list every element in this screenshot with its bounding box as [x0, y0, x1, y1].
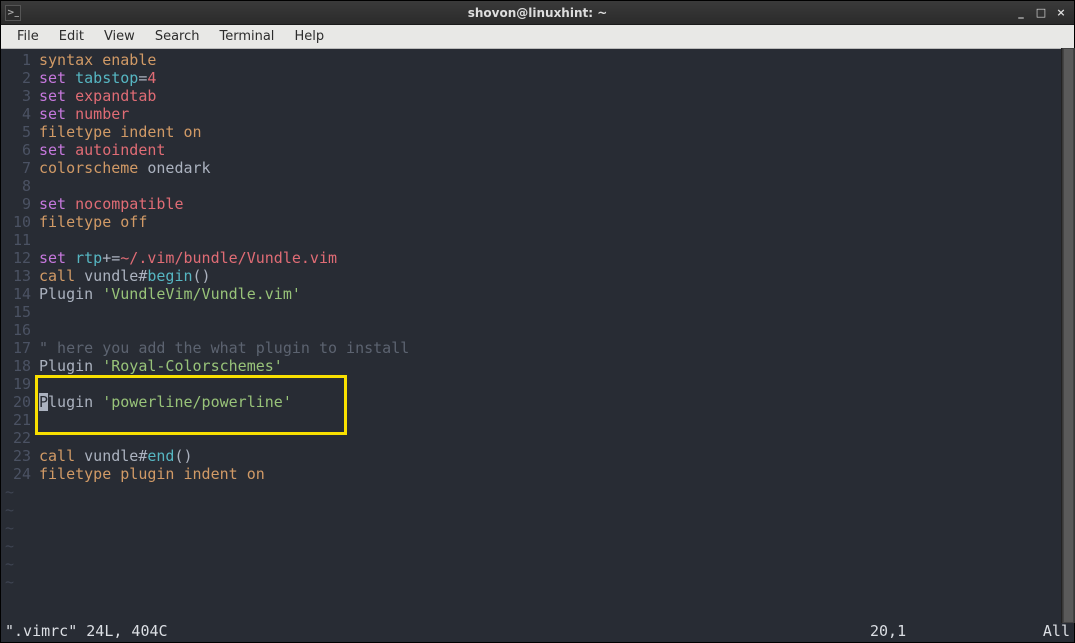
terminal-icon: >_ — [5, 5, 21, 21]
empty-line-tilde: ~ — [1, 519, 1074, 537]
code-line: 16 — [1, 321, 1074, 339]
line-number: 14 — [1, 285, 39, 303]
vertical-scrollbar[interactable] — [1061, 48, 1075, 623]
code-line: 20Plugin 'powerline/powerline' — [1, 393, 1074, 411]
code-line: 4set number — [1, 105, 1074, 123]
window-title: shovon@linuxhint: ~ — [468, 6, 608, 20]
line-number: 7 — [1, 159, 39, 177]
code-text: set expandtab — [39, 87, 156, 105]
code-text: call vundle#end() — [39, 447, 193, 465]
code-text: set rtp+=~/.vim/bundle/Vundle.vim — [39, 249, 337, 267]
code-text: set tabstop=4 — [39, 69, 156, 87]
empty-line-tilde: ~ — [1, 573, 1074, 591]
menu-search[interactable]: Search — [145, 27, 210, 46]
line-number: 4 — [1, 105, 39, 123]
code-line: 5filetype indent on — [1, 123, 1074, 141]
code-line: 13call vundle#begin() — [1, 267, 1074, 285]
line-number: 23 — [1, 447, 39, 465]
code-line: 1syntax enable — [1, 51, 1074, 69]
code-text: Plugin 'Royal-Colorschemes' — [39, 357, 283, 375]
code-text: set autoindent — [39, 141, 165, 159]
code-line: 22 — [1, 429, 1074, 447]
code-line: 9set nocompatible — [1, 195, 1074, 213]
code-line: 6set autoindent — [1, 141, 1074, 159]
code-line: 18Plugin 'Royal-Colorschemes' — [1, 357, 1074, 375]
line-number: 9 — [1, 195, 39, 213]
editor-content: 1syntax enable2set tabstop=43set expandt… — [1, 51, 1074, 591]
code-line: 12set rtp+=~/.vim/bundle/Vundle.vim — [1, 249, 1074, 267]
editor-viewport[interactable]: 1syntax enable2set tabstop=43set expandt… — [1, 49, 1074, 622]
menu-terminal[interactable]: Terminal — [209, 27, 284, 46]
line-number: 3 — [1, 87, 39, 105]
code-line: 17" here you add the what plugin to inst… — [1, 339, 1074, 357]
code-line: 19 — [1, 375, 1074, 393]
code-line: 10filetype off — [1, 213, 1074, 231]
titlebar[interactable]: >_ shovon@linuxhint: ~ _ □ × — [1, 1, 1074, 25]
line-number: 2 — [1, 69, 39, 87]
menu-file[interactable]: File — [7, 27, 49, 46]
code-line: 8 — [1, 177, 1074, 195]
menu-help[interactable]: Help — [284, 27, 334, 46]
code-text: set nocompatible — [39, 195, 184, 213]
code-line: 21 — [1, 411, 1074, 429]
menu-edit[interactable]: Edit — [49, 27, 94, 46]
code-text: Plugin 'powerline/powerline' — [39, 393, 292, 411]
maximize-button[interactable]: □ — [1034, 6, 1048, 20]
line-number: 10 — [1, 213, 39, 231]
code-line: 7colorscheme onedark — [1, 159, 1074, 177]
code-line: 23call vundle#end() — [1, 447, 1074, 465]
line-number: 19 — [1, 375, 39, 393]
empty-line-tilde: ~ — [1, 483, 1074, 501]
code-line: 2set tabstop=4 — [1, 69, 1074, 87]
code-text: " here you add the what plugin to instal… — [39, 339, 409, 357]
line-number: 21 — [1, 411, 39, 429]
status-file-info: ".vimrc" 24L, 404C — [5, 622, 870, 640]
window-controls: _ □ × — [1014, 6, 1074, 20]
code-text: call vundle#begin() — [39, 267, 211, 285]
code-text: filetype plugin indent on — [39, 465, 265, 483]
scrollbar-thumb[interactable] — [1063, 48, 1074, 623]
code-text: Plugin 'VundleVim/Vundle.vim' — [39, 285, 301, 303]
line-number: 5 — [1, 123, 39, 141]
empty-line-tilde: ~ — [1, 501, 1074, 519]
line-number: 1 — [1, 51, 39, 69]
code-line: 15 — [1, 303, 1074, 321]
line-number: 24 — [1, 465, 39, 483]
empty-line-tilde: ~ — [1, 537, 1074, 555]
code-text: set number — [39, 105, 129, 123]
line-number: 22 — [1, 429, 39, 447]
menu-view[interactable]: View — [94, 27, 145, 46]
code-text: filetype indent on — [39, 123, 202, 141]
line-number: 18 — [1, 357, 39, 375]
status-cursor-position: 20,1 — [870, 622, 1020, 640]
line-number: 12 — [1, 249, 39, 267]
cursor: P — [39, 393, 48, 411]
line-number: 17 — [1, 339, 39, 357]
line-number: 16 — [1, 321, 39, 339]
line-number: 20 — [1, 393, 39, 411]
code-line: 24filetype plugin indent on — [1, 465, 1074, 483]
code-line: 3set expandtab — [1, 87, 1074, 105]
line-number: 8 — [1, 177, 39, 195]
menubar: File Edit View Search Terminal Help — [1, 25, 1074, 49]
code-text: syntax enable — [39, 51, 156, 69]
status-scroll-percent: All — [1020, 622, 1070, 640]
code-line: 14Plugin 'VundleVim/Vundle.vim' — [1, 285, 1074, 303]
code-text: colorscheme onedark — [39, 159, 211, 177]
close-button[interactable]: × — [1054, 6, 1068, 20]
line-number: 6 — [1, 141, 39, 159]
vim-statusbar: ".vimrc" 24L, 404C 20,1 All — [1, 622, 1074, 642]
line-number: 13 — [1, 267, 39, 285]
terminal-window: >_ shovon@linuxhint: ~ _ □ × File Edit V… — [0, 0, 1075, 643]
code-line: 11 — [1, 231, 1074, 249]
line-number: 15 — [1, 303, 39, 321]
line-number: 11 — [1, 231, 39, 249]
minimize-button[interactable]: _ — [1014, 6, 1028, 20]
empty-line-tilde: ~ — [1, 555, 1074, 573]
code-text: filetype off — [39, 213, 147, 231]
